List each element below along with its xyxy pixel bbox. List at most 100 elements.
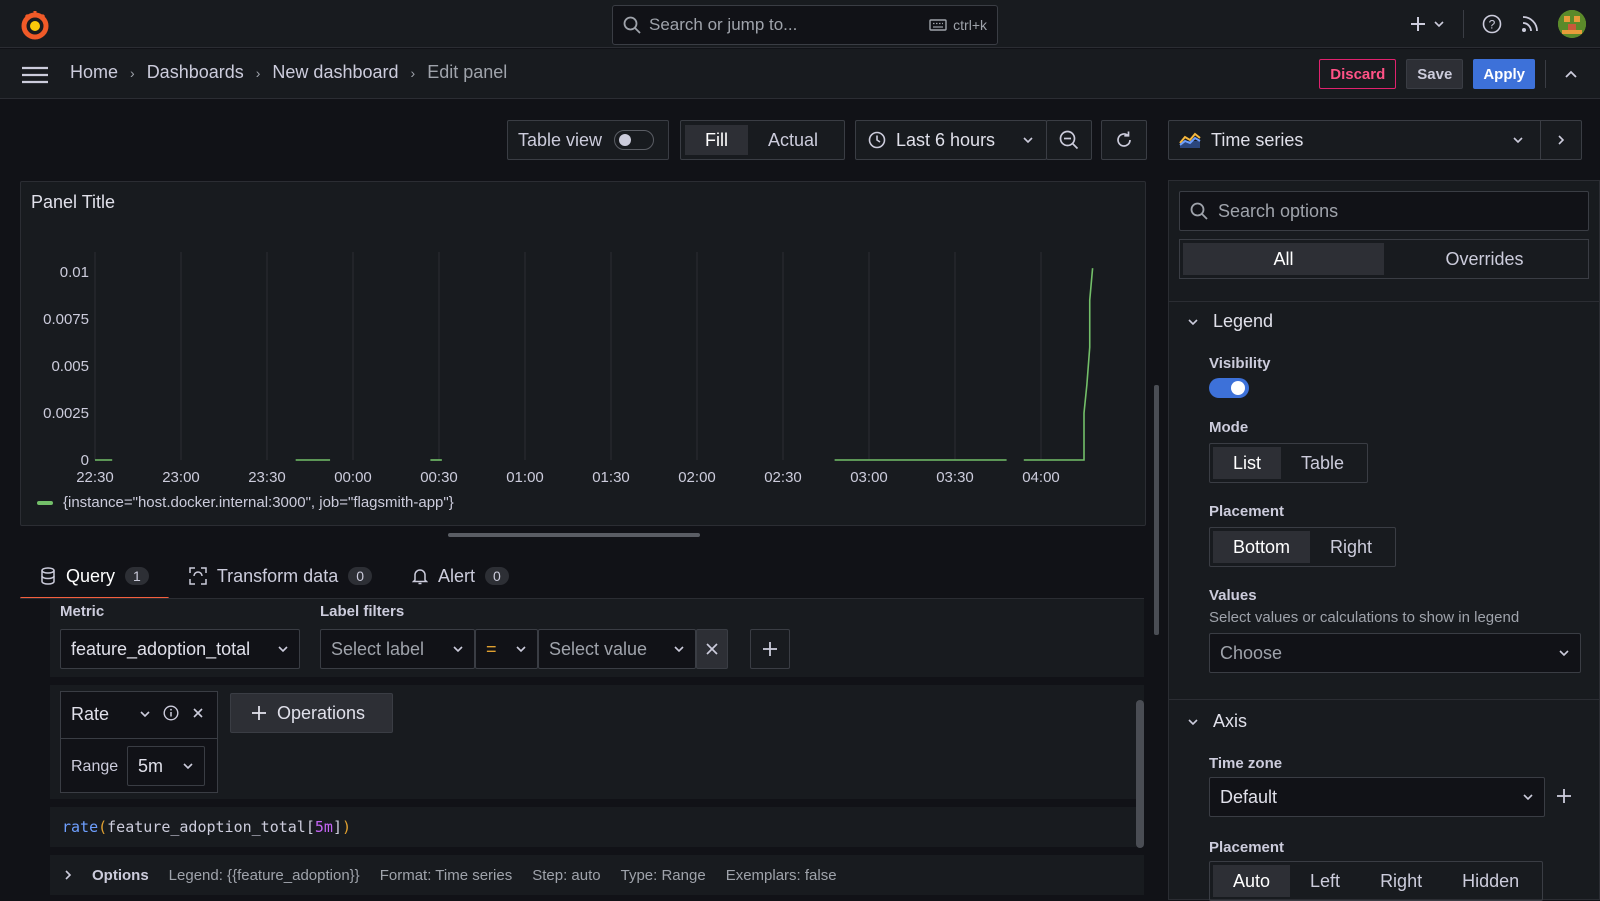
refresh-button[interactable]	[1101, 120, 1147, 160]
collapse-icon[interactable]	[1556, 70, 1586, 79]
news-feed-icon[interactable]	[1520, 14, 1540, 34]
select-label-dropdown[interactable]: Select label	[320, 629, 475, 669]
chevron-down-icon	[278, 646, 288, 653]
values-description: Select values or calculations to show in…	[1209, 609, 1520, 626]
x-tick-label: 02:30	[764, 469, 802, 486]
menu-icon[interactable]	[22, 66, 48, 84]
tab-all[interactable]: All	[1183, 243, 1384, 275]
axis-section-header[interactable]: Axis	[1187, 711, 1247, 732]
time-series-icon	[1179, 132, 1201, 148]
refresh-icon	[1117, 131, 1131, 147]
breadcrumb-new-dashboard[interactable]: New dashboard	[272, 62, 398, 83]
table-view-label: Table view	[518, 129, 603, 150]
editor-scrollbar[interactable]	[1154, 385, 1159, 635]
mode-label: Mode	[1209, 419, 1249, 436]
chart-legend[interactable]: {instance="host.docker.internal:3000", j…	[37, 494, 454, 511]
chevron-right-icon: ›	[130, 64, 135, 81]
visibility-label: Visibility	[1209, 355, 1271, 372]
query-preview: rate(feature_adoption_total[5m])	[50, 807, 1144, 847]
search-bar[interactable]: Search or jump to... ctrl+k	[612, 5, 998, 45]
breadcrumb-dashboards[interactable]: Dashboards	[147, 62, 244, 83]
time-series-chart[interactable]: 22:30 23:00 23:30 00:00 00:30 01:00 01:30 02:00…	[21, 212, 1145, 492]
options-search[interactable]: Search options	[1179, 191, 1589, 231]
y-tick-label: 0.0075	[43, 311, 89, 328]
values-label: Values	[1209, 587, 1257, 604]
fill-option[interactable]: Fill	[685, 125, 748, 155]
axis-auto-option[interactable]: Auto	[1213, 865, 1291, 897]
visualization-name: Time series	[1211, 129, 1304, 150]
y-tick-label: 0.01	[60, 264, 89, 281]
mode-list-option[interactable]: List	[1213, 447, 1282, 479]
options-tabs: All Overrides	[1179, 239, 1589, 279]
mode-table-option[interactable]: Table	[1281, 447, 1364, 479]
placement-right-option[interactable]: Right	[1310, 531, 1392, 563]
y-tick-label: 0.005	[51, 358, 89, 375]
user-avatar[interactable]	[1558, 10, 1586, 38]
add-operation-button[interactable]: Operations	[230, 693, 393, 733]
search-icon	[1190, 202, 1208, 220]
tab-overrides[interactable]: Overrides	[1384, 243, 1585, 275]
actual-option[interactable]: Actual	[748, 125, 838, 155]
axis-right-option[interactable]: Right	[1360, 865, 1442, 897]
save-button[interactable]: Save	[1406, 59, 1464, 89]
panel-resize-handle[interactable]	[448, 533, 700, 537]
add-time-zone-icon[interactable]	[1555, 787, 1573, 805]
y-tick-label: 0	[81, 452, 89, 469]
legend-visibility-switch[interactable]	[1209, 378, 1249, 398]
tab-query-count: 1	[125, 567, 149, 585]
x-tick-label: 23:30	[248, 469, 286, 486]
x-tick-label: 00:00	[334, 469, 372, 486]
divider	[1545, 60, 1546, 88]
values-select[interactable]: Choose	[1209, 633, 1581, 673]
chevron-down-icon	[183, 763, 193, 770]
time-zone-select[interactable]: Default	[1209, 777, 1545, 817]
table-view-switch[interactable]	[614, 130, 655, 150]
breadcrumb-current: Edit panel	[427, 62, 508, 82]
range-select[interactable]: 5m	[127, 746, 205, 786]
panel-title[interactable]: Panel Title	[31, 192, 115, 213]
x-tick-label: 22:30	[76, 469, 114, 486]
tab-query[interactable]: Query 1	[20, 556, 169, 600]
metric-select[interactable]: feature_adoption_total	[60, 629, 300, 669]
x-tick-label: 01:00	[506, 469, 544, 486]
plus-icon	[252, 706, 266, 720]
add-new-icon[interactable]	[1409, 15, 1445, 33]
fill-actual-switch: Fill Actual	[680, 120, 845, 160]
discard-button[interactable]: Discard	[1319, 59, 1397, 89]
apply-button[interactable]: Apply	[1473, 59, 1535, 89]
breadcrumb-home[interactable]: Home	[70, 62, 118, 83]
x-tick-label: 04:00	[1022, 469, 1060, 486]
legend-section-header[interactable]: Legend	[1187, 311, 1273, 332]
chevron-down-icon	[1023, 137, 1033, 144]
remove-filter-button[interactable]	[696, 629, 728, 669]
operation-name[interactable]: Rate	[71, 704, 109, 725]
add-filter-button[interactable]	[750, 629, 790, 669]
tab-transform-data[interactable]: Transform data 0	[169, 556, 392, 596]
chevron-right-icon: ›	[410, 64, 416, 81]
zoom-out-button[interactable]	[1046, 120, 1092, 160]
transform-icon	[189, 567, 207, 585]
time-range-picker[interactable]: Last 6 hours	[855, 120, 1047, 160]
chevron-down-icon	[140, 711, 150, 718]
x-tick-label: 01:30	[592, 469, 630, 486]
query-options-row[interactable]: Options Legend: {{feature_adoption}} For…	[50, 855, 1144, 895]
grafana-logo-icon[interactable]	[18, 9, 52, 41]
query-scrollbar[interactable]	[1136, 700, 1144, 848]
options-sidebar: Time series Search options All Overrides…	[1168, 100, 1600, 901]
axis-left-option[interactable]: Left	[1290, 865, 1360, 897]
axis-hidden-option[interactable]: Hidden	[1442, 865, 1539, 897]
option-type: Type: Range	[620, 866, 706, 884]
table-view-toggle[interactable]: Table view	[507, 120, 669, 160]
select-value-dropdown[interactable]: Select value	[538, 629, 696, 669]
operator-dropdown[interactable]: =	[475, 629, 538, 669]
tab-alert-count: 0	[485, 567, 509, 585]
help-icon[interactable]: ?	[1482, 14, 1502, 34]
tab-alert[interactable]: Alert 0	[392, 556, 529, 596]
placement-bottom-option[interactable]: Bottom	[1213, 531, 1311, 563]
chevron-down-icon	[1188, 718, 1198, 725]
options-heading: Options	[92, 866, 149, 884]
chevron-down-icon	[453, 646, 463, 653]
legend-placement-group: Bottom Right	[1209, 527, 1397, 567]
tab-transform-label: Transform data	[216, 565, 339, 586]
visualization-picker[interactable]: Time series	[1168, 120, 1582, 160]
